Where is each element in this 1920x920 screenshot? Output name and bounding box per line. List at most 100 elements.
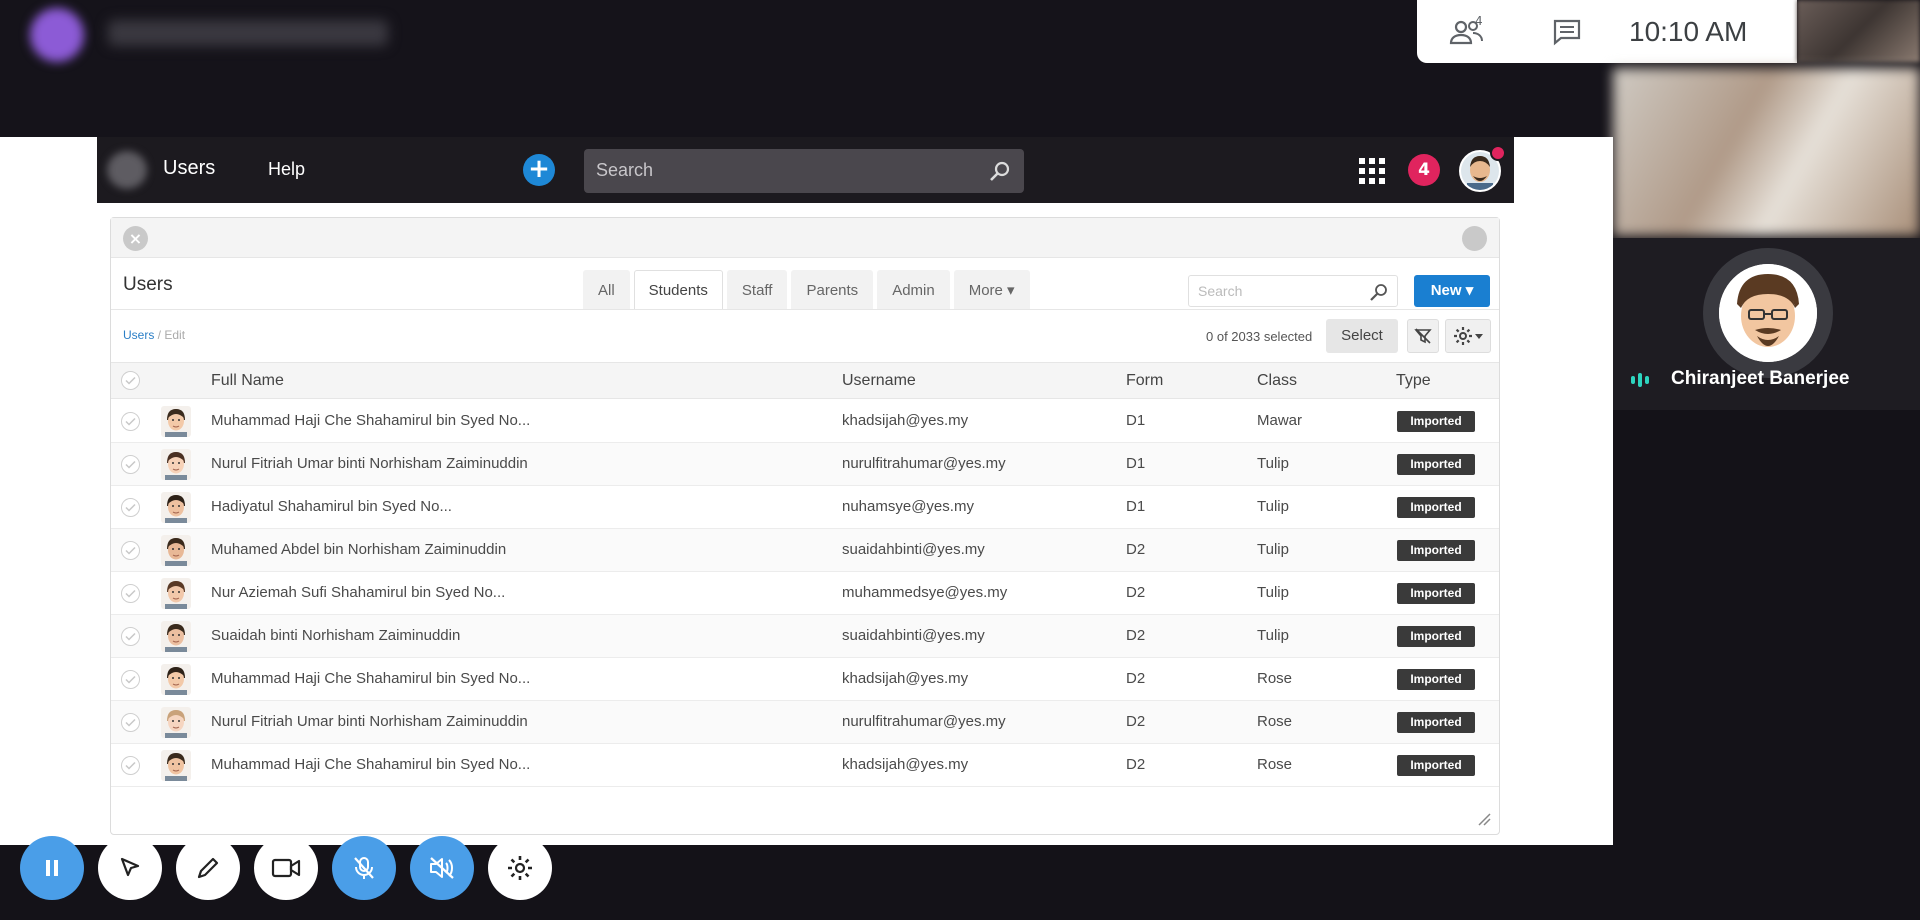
chat-button[interactable] <box>1517 0 1617 63</box>
pointer-button[interactable] <box>98 836 162 900</box>
cell-full-name[interactable]: Muhammad Haji Che Shahamirul bin Syed No… <box>211 412 530 429</box>
resize-handle-icon[interactable] <box>1477 812 1491 826</box>
table-row[interactable]: Hadiyatul Shahamirul bin Syed No... nuham… <box>111 486 1499 529</box>
panel-search-input[interactable]: Search <box>1188 275 1398 307</box>
selection-count: 0 of 2033 selected <box>1206 329 1313 344</box>
table-row[interactable]: Nur Aziemah Sufi Shahamirul bin Syed No.… <box>111 572 1499 615</box>
table-row[interactable]: Nurul Fitriah Umar binti Norhisham Zaimi… <box>111 443 1499 486</box>
meeting-header <box>0 0 1613 137</box>
nav-help-link[interactable]: Help <box>268 159 305 180</box>
column-header-username[interactable]: Username <box>842 372 916 390</box>
cell-form: D1 <box>1126 412 1146 429</box>
cell-form: D1 <box>1126 455 1146 472</box>
meeting-logo <box>30 8 84 62</box>
tab-all[interactable]: All <box>583 270 630 310</box>
pen-icon <box>197 857 219 879</box>
row-checkbox[interactable] <box>121 756 140 775</box>
add-button[interactable]: + <box>523 154 555 186</box>
avatar-status-dot <box>1490 145 1506 161</box>
cell-full-name[interactable]: Nur Aziemah Sufi Shahamirul bin Syed No.… <box>211 584 505 601</box>
table-row[interactable]: Muhamed Abdel bin Norhisham Zaiminuddin s… <box>111 529 1499 572</box>
people-button[interactable]: 4 <box>1417 0 1517 63</box>
mic-toggle-button[interactable] <box>332 836 396 900</box>
cell-class: Tulip <box>1257 455 1289 472</box>
type-badge: Imported <box>1397 454 1475 475</box>
nav-users-link[interactable]: Users <box>163 157 215 180</box>
cell-class: Rose <box>1257 670 1293 687</box>
table-row[interactable]: Nurul Fitriah Umar binti Norhisham Zaimi… <box>111 701 1499 744</box>
cell-full-name[interactable]: Nurul Fitriah Umar binti Norhisham Zaimi… <box>211 713 528 730</box>
check-icon <box>125 761 136 770</box>
cell-class: Tulip <box>1257 584 1289 601</box>
person-photo-icon <box>161 535 191 566</box>
close-icon[interactable]: × <box>123 226 148 251</box>
avatar-face-icon <box>1719 264 1817 362</box>
cell-username: suaidahbinti@yes.my <box>842 541 985 558</box>
row-checkbox[interactable] <box>121 541 140 560</box>
student-photo <box>161 535 191 566</box>
person-photo-icon <box>161 750 191 781</box>
breadcrumb: Users / Edit <box>123 328 185 342</box>
notification-badge[interactable]: 4 <box>1408 154 1440 186</box>
row-checkbox[interactable] <box>121 670 140 689</box>
nav-search-input[interactable]: Search <box>584 149 1024 193</box>
settings-dropdown-button[interactable] <box>1445 319 1491 353</box>
cell-username: nurulfitrahumar@yes.my <box>842 455 1006 472</box>
tab-parents[interactable]: Parents <box>791 270 874 310</box>
column-header-form[interactable]: Form <box>1126 372 1163 390</box>
cell-full-name[interactable]: Muhamed Abdel bin Norhisham Zaiminuddin <box>211 541 506 558</box>
cell-full-name[interactable]: Suaidah binti Norhisham Zaiminuddin <box>211 627 460 644</box>
cell-form: D2 <box>1126 541 1146 558</box>
row-checkbox[interactable] <box>121 627 140 646</box>
cell-full-name[interactable]: Muhammad Haji Che Shahamirul bin Syed No… <box>211 670 530 687</box>
expand-icon[interactable] <box>1462 226 1487 251</box>
pause-button[interactable] <box>20 836 84 900</box>
student-photo <box>161 406 191 437</box>
row-checkbox[interactable] <box>121 455 140 474</box>
row-checkbox[interactable] <box>121 498 140 517</box>
table-row[interactable]: Suaidah binti Norhisham Zaiminuddin suaid… <box>111 615 1499 658</box>
select-all-checkbox[interactable] <box>121 371 140 390</box>
row-checkbox[interactable] <box>121 713 140 732</box>
camera-icon <box>271 858 301 878</box>
cell-username: khadsijah@yes.my <box>842 756 969 773</box>
filter-clear-button[interactable] <box>1407 319 1439 353</box>
gear-icon <box>508 856 532 880</box>
chat-icon <box>1553 19 1581 45</box>
breadcrumb-users-link[interactable]: Users <box>123 328 154 342</box>
participant-avatar <box>1703 248 1833 378</box>
tab-staff[interactable]: Staff <box>726 270 788 310</box>
cell-form: D2 <box>1126 713 1146 730</box>
column-header-class[interactable]: Class <box>1257 372 1297 390</box>
row-checkbox[interactable] <box>121 584 140 603</box>
table-row[interactable]: Muhammad Haji Che Shahamirul bin Syed No… <box>111 658 1499 701</box>
cell-class: Mawar <box>1257 412 1303 429</box>
column-header-type[interactable]: Type <box>1396 372 1431 390</box>
search-icon[interactable] <box>988 159 1012 183</box>
app-logo[interactable] <box>107 151 147 189</box>
column-header-full-name[interactable]: Full Name <box>211 372 284 390</box>
tab-more[interactable]: More ▾ <box>953 270 1030 310</box>
tab-students[interactable]: Students <box>633 270 723 310</box>
speaker-toggle-button[interactable] <box>410 836 474 900</box>
participant-video[interactable] <box>1613 68 1920 236</box>
pen-button[interactable] <box>176 836 240 900</box>
cell-full-name[interactable]: Muhammad Haji Che Shahamirul bin Syed No… <box>211 756 530 773</box>
participant-card[interactable]: Chiranjeet Banerjee <box>1613 238 1920 410</box>
search-icon[interactable] <box>1369 282 1389 302</box>
cell-username: khadsijah@yes.my <box>842 670 969 687</box>
settings-button[interactable] <box>488 836 552 900</box>
type-badge: Imported <box>1397 669 1475 690</box>
cell-full-name[interactable]: Hadiyatul Shahamirul bin Syed No... <box>211 498 452 515</box>
apps-grid-icon[interactable] <box>1359 158 1385 184</box>
table-row[interactable]: Muhammad Haji Che Shahamirul bin Syed No… <box>111 400 1499 443</box>
camera-button[interactable] <box>254 836 318 900</box>
select-button[interactable]: Select <box>1326 319 1398 353</box>
cell-full-name[interactable]: Nurul Fitriah Umar binti Norhisham Zaimi… <box>211 455 528 472</box>
participant-video-thumbnail[interactable] <box>1797 0 1920 62</box>
row-checkbox[interactable] <box>121 412 140 431</box>
check-icon <box>125 503 136 512</box>
new-button[interactable]: New ▾ <box>1414 275 1490 307</box>
tab-admin[interactable]: Admin <box>877 270 950 310</box>
table-row[interactable]: Muhammad Haji Che Shahamirul bin Syed No… <box>111 744 1499 787</box>
